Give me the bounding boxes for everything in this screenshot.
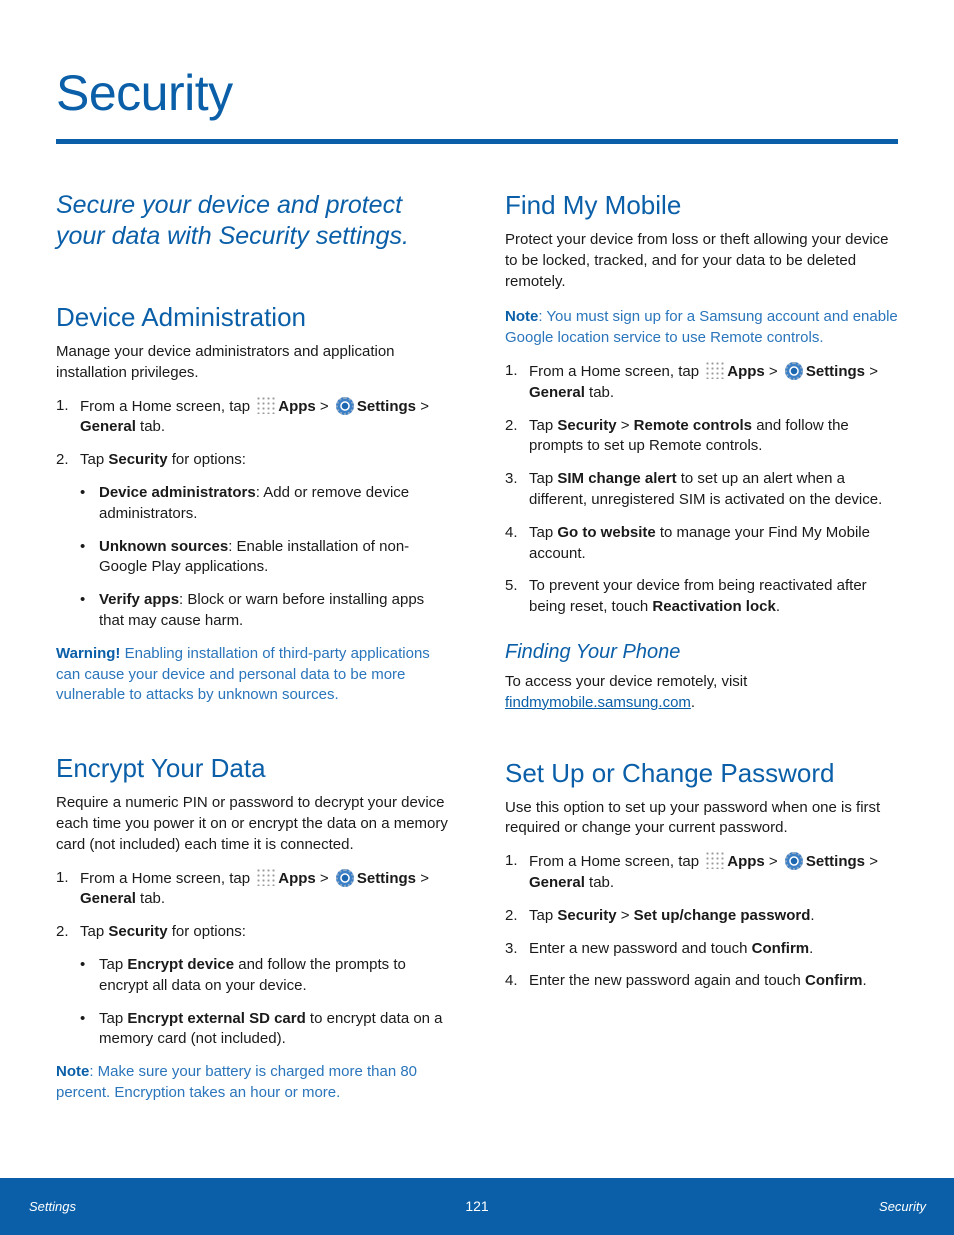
device-administration-heading: Device Administration <box>56 302 306 332</box>
list-item: Verify apps: Block or warn before instal… <box>80 590 451 632</box>
warning-label: Warning! <box>56 644 121 662</box>
tagline: Secure your device and protect your data… <box>56 191 409 250</box>
findmymobile-link[interactable]: findmymobile.samsung.com <box>505 694 691 711</box>
right-column: Find My Mobile Protect your device from … <box>505 190 900 992</box>
step-5: 5. To prevent your device from being reac… <box>505 577 867 616</box>
step-1: 1. From a Home screen, tap Apps > Settin… <box>56 867 429 908</box>
find-my-mobile-section: Find My Mobile Protect your device from … <box>505 190 900 714</box>
apps-grid-icon <box>256 867 277 886</box>
find-my-mobile-intro: Protect your device from loss or theft a… <box>505 231 889 290</box>
apps-grid-icon <box>256 395 277 414</box>
settings-gear-icon <box>335 868 354 887</box>
encrypt-note: Note: Make sure your battery is charged … <box>56 1063 418 1101</box>
list-item: Unknown sources: Enable installation of … <box>80 537 451 579</box>
warning-callout: Warning! Enabling installation of third-… <box>56 644 430 704</box>
step-2: 2. Tap Security for options: <box>56 923 246 941</box>
security-options-list: Device administrators: Add or remove dev… <box>80 483 451 632</box>
step-4: 4. Tap Go to website to manage your Find … <box>505 523 870 562</box>
encrypt-section: Encrypt Your Data Require a numeric PIN … <box>56 753 451 1104</box>
list-item: Tap Encrypt device and follow the prompt… <box>80 955 451 997</box>
encrypt-heading: Encrypt Your Data <box>56 753 266 784</box>
settings-gear-icon <box>335 396 354 415</box>
step-1: 1. From a Home screen, tap Apps > Settin… <box>56 395 429 436</box>
list-item: Tap Encrypt external SD card to encrypt … <box>80 1009 451 1051</box>
finding-your-phone-heading: Finding Your Phone <box>505 640 681 663</box>
password-heading: Set Up or Change Password <box>505 757 835 788</box>
settings-gear-icon <box>784 361 803 380</box>
note-label: Note <box>505 308 539 326</box>
apps-grid-icon <box>705 851 726 870</box>
note-label: Note <box>56 1063 90 1081</box>
step-4: 4. Enter the new password again and touch… <box>505 972 867 990</box>
settings-gear-icon <box>784 852 803 871</box>
encrypt-intro: Require a numeric PIN or password to dec… <box>56 794 448 853</box>
apps-grid-icon <box>705 360 726 379</box>
title-divider <box>56 139 898 144</box>
encrypt-steps: 1. From a Home screen, tap Apps > Settin… <box>56 867 451 943</box>
find-my-mobile-heading: Find My Mobile <box>505 190 682 220</box>
step-1: 1. From a Home screen, tap Apps > Settin… <box>505 851 878 891</box>
page-title: Security <box>56 65 233 121</box>
step-1: 1. From a Home screen, tap Apps > Settin… <box>505 360 878 401</box>
device-administration-steps: 1. From a Home screen, tap Apps > Settin… <box>56 395 451 471</box>
list-item: Device administrators: Add or remove dev… <box>80 483 451 525</box>
password-section: Set Up or Change Password Use this optio… <box>505 758 900 993</box>
finding-your-phone-text: To access your device remotely, visit fi… <box>505 672 748 711</box>
device-administration-intro: Manage your device administrators and ap… <box>56 343 395 381</box>
password-steps: 1. From a Home screen, tap Apps > Settin… <box>505 851 900 992</box>
step-2: 2. Tap Security for options: <box>56 451 246 469</box>
find-my-mobile-note: Note: You must sign up for a Samsung acc… <box>505 308 898 347</box>
left-column: Secure your device and protect your data… <box>56 190 451 1104</box>
encrypt-options-list: Tap Encrypt device and follow the prompt… <box>80 955 451 1050</box>
step-2: 2. Tap Security > Set up/change password. <box>505 906 815 924</box>
step-3: 3. Tap SIM change alert to set up an aler… <box>505 470 883 508</box>
footer-chapter-label: Security <box>879 1199 926 1214</box>
page-number: 121 <box>465 1198 489 1214</box>
step-2: 2. Tap Security > Remote controls and fol… <box>505 416 849 455</box>
find-my-mobile-steps: 1. From a Home screen, tap Apps > Settin… <box>505 360 900 618</box>
password-intro: Use this option to set up your password … <box>505 798 881 837</box>
page-footer: Settings 121 Security <box>0 1178 954 1235</box>
step-3: 3. Enter a new password and touch Confirm… <box>505 939 814 957</box>
device-administration-section: Device Administration Manage your device… <box>56 302 451 706</box>
